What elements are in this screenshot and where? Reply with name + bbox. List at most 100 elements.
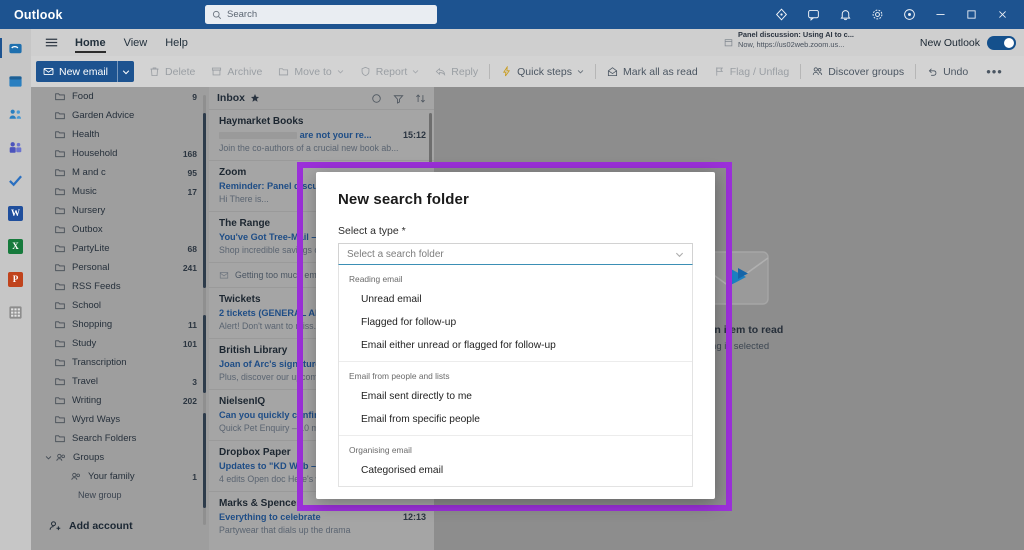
- folder-icon: [55, 226, 65, 234]
- delete-label: Delete: [165, 65, 196, 78]
- more-commands-button[interactable]: •••: [976, 61, 1013, 82]
- minimize-button[interactable]: [925, 0, 956, 29]
- discover-groups-button[interactable]: Discover groups: [804, 61, 912, 82]
- folder-count: 17: [187, 186, 197, 197]
- new-email-button[interactable]: New email: [36, 61, 135, 82]
- sidebar-scrollbar[interactable]: [203, 95, 206, 525]
- new-search-folder-dialog[interactable]: New search folder Select a type * Select…: [316, 172, 715, 499]
- sidebar-item-household[interactable]: Household 168: [31, 144, 209, 163]
- dropdown-option-email-either-unread-or-flagged-for-follow-up[interactable]: Email either unread or flagged for follo…: [339, 334, 692, 357]
- scrollbar-thumb[interactable]: [203, 413, 206, 508]
- rail-item-apps[interactable]: [0, 298, 31, 326]
- report-button[interactable]: Report: [352, 61, 428, 82]
- rail-item-todo[interactable]: [0, 166, 31, 194]
- folder-label: Wyrd Ways: [72, 414, 121, 425]
- sidebar-item-personal[interactable]: Personal 241: [31, 258, 209, 277]
- tab-home[interactable]: Home: [66, 29, 115, 56]
- tab-view[interactable]: View: [115, 29, 157, 56]
- new-email-dropdown[interactable]: [117, 61, 134, 82]
- search-input[interactable]: Search: [205, 5, 437, 24]
- sidebar-item-transcription[interactable]: Transcription: [31, 353, 209, 372]
- scrollbar-thumb[interactable]: [203, 315, 206, 393]
- calendar-icon: [724, 39, 733, 47]
- new-outlook-toggle-group[interactable]: New Outlook: [920, 29, 1016, 56]
- sidebar-item-partylite[interactable]: PartyLite 68: [31, 239, 209, 258]
- sidebar-item-outbox[interactable]: Outbox: [31, 220, 209, 239]
- message-list-item[interactable]: Haymarket Books are not your re... 15:12 J…: [209, 109, 434, 160]
- sidebar-item-search-folders[interactable]: Search Folders: [31, 429, 209, 448]
- sidebar-item-shopping[interactable]: Shopping 11: [31, 315, 209, 334]
- sidebar-item-study[interactable]: Study 101: [31, 334, 209, 353]
- new-email-main[interactable]: New email: [36, 61, 117, 82]
- filter-icon[interactable]: [393, 93, 404, 104]
- sidebar-item-nursery[interactable]: Nursery: [31, 201, 209, 220]
- gear-icon[interactable]: [861, 0, 893, 29]
- folder-sidebar[interactable]: Food 9 Garden Advice Health Household 168 M an…: [31, 87, 209, 550]
- sidebar-item-m-and-c[interactable]: M and c 95: [31, 163, 209, 182]
- search-folder-select[interactable]: Select a search folder: [338, 243, 693, 265]
- rail-item-powerpoint[interactable]: P: [0, 265, 31, 293]
- sidebar-item-travel[interactable]: Travel 3: [31, 372, 209, 391]
- tab-help[interactable]: Help: [156, 29, 197, 56]
- new-outlook-toggle[interactable]: [987, 35, 1016, 50]
- close-button[interactable]: [987, 0, 1018, 29]
- dropdown-option-email-sent-directly-to-me[interactable]: Email sent directly to me: [339, 385, 692, 408]
- rail-item-calendar[interactable]: [0, 67, 31, 95]
- scrollbar-thumb[interactable]: [429, 113, 432, 168]
- sidebar-item-your-family[interactable]: Your family 1: [31, 467, 209, 486]
- rail-item-people[interactable]: [0, 100, 31, 128]
- folder-label: Health: [72, 129, 100, 140]
- filter-circle-icon[interactable]: [371, 93, 382, 104]
- folder-label: Search Folders: [72, 433, 137, 444]
- mark-all-as-read-button[interactable]: Mark all as read: [599, 61, 706, 82]
- bell-icon[interactable]: [829, 0, 861, 29]
- sidebar-item-school[interactable]: School: [31, 296, 209, 315]
- dropdown-option-categorised-email[interactable]: Categorised email: [339, 459, 692, 482]
- sidebar-item-wyrd-ways[interactable]: Wyrd Ways: [31, 410, 209, 429]
- folder-icon: [55, 264, 65, 272]
- dropdown-group-label: Organising email: [349, 445, 412, 455]
- quick-steps-button[interactable]: Quick steps: [493, 61, 592, 82]
- toggle-knob: [1004, 37, 1014, 48]
- undo-icon: [928, 68, 937, 76]
- maximize-button[interactable]: [956, 0, 987, 29]
- folder-icon: [55, 93, 65, 101]
- sidebar-item-garden-advice[interactable]: Garden Advice: [31, 106, 209, 125]
- reply-button[interactable]: Reply: [427, 61, 486, 82]
- delete-button[interactable]: Delete: [141, 61, 203, 82]
- sidebar-item-rss-feeds[interactable]: RSS Feeds: [31, 277, 209, 296]
- meeting-notification[interactable]: Panel discussion: Using AI to c... Now, …: [724, 30, 874, 50]
- sort-icon[interactable]: [415, 93, 426, 104]
- sidebar-item-music[interactable]: Music 17: [31, 182, 209, 201]
- add-account-button[interactable]: Add account: [31, 513, 209, 539]
- undo-button[interactable]: Undo: [919, 61, 976, 82]
- archive-button[interactable]: Archive: [203, 61, 270, 82]
- folder-icon: [55, 245, 65, 253]
- message-sender: Marks & Spencer: [219, 498, 301, 509]
- rail-item-mail[interactable]: [0, 34, 31, 62]
- sidebar-item-health[interactable]: Health: [31, 125, 209, 144]
- menu-hamburger-icon[interactable]: [36, 29, 66, 56]
- chat-icon[interactable]: [797, 0, 829, 29]
- sidebar-item-food[interactable]: Food 9: [31, 87, 209, 106]
- new-group-button[interactable]: New group: [31, 486, 209, 504]
- diamond-icon[interactable]: [765, 0, 797, 29]
- flag-unflag-button[interactable]: Flag / Unflag: [706, 61, 798, 82]
- rail-item-excel[interactable]: X: [0, 232, 31, 260]
- rail-item-word[interactable]: W: [0, 199, 31, 227]
- trash-icon: [150, 67, 159, 77]
- sidebar-item-writing[interactable]: Writing 202: [31, 391, 209, 410]
- move-to-button[interactable]: Move to: [270, 61, 351, 82]
- sidebar-item-groups[interactable]: Groups: [31, 448, 209, 467]
- dropdown-option-flagged-for-follow-up[interactable]: Flagged for follow-up: [339, 311, 692, 334]
- people-icon: [56, 453, 65, 461]
- scrollbar-thumb[interactable]: [203, 113, 206, 288]
- rail-item-teams[interactable]: [0, 133, 31, 161]
- dropdown-option-unread-email[interactable]: Unread email: [339, 288, 692, 311]
- search-folder-dropdown[interactable]: Reading email Unread email Flagged for fol…: [338, 265, 693, 487]
- star-icon[interactable]: [250, 93, 260, 103]
- dropdown-group-label: Email from people and lists: [349, 371, 450, 381]
- help-icon[interactable]: [893, 0, 925, 29]
- dropdown-option-email-from-specific-people[interactable]: Email from specific people: [339, 408, 692, 431]
- calendar-icon: [9, 75, 22, 87]
